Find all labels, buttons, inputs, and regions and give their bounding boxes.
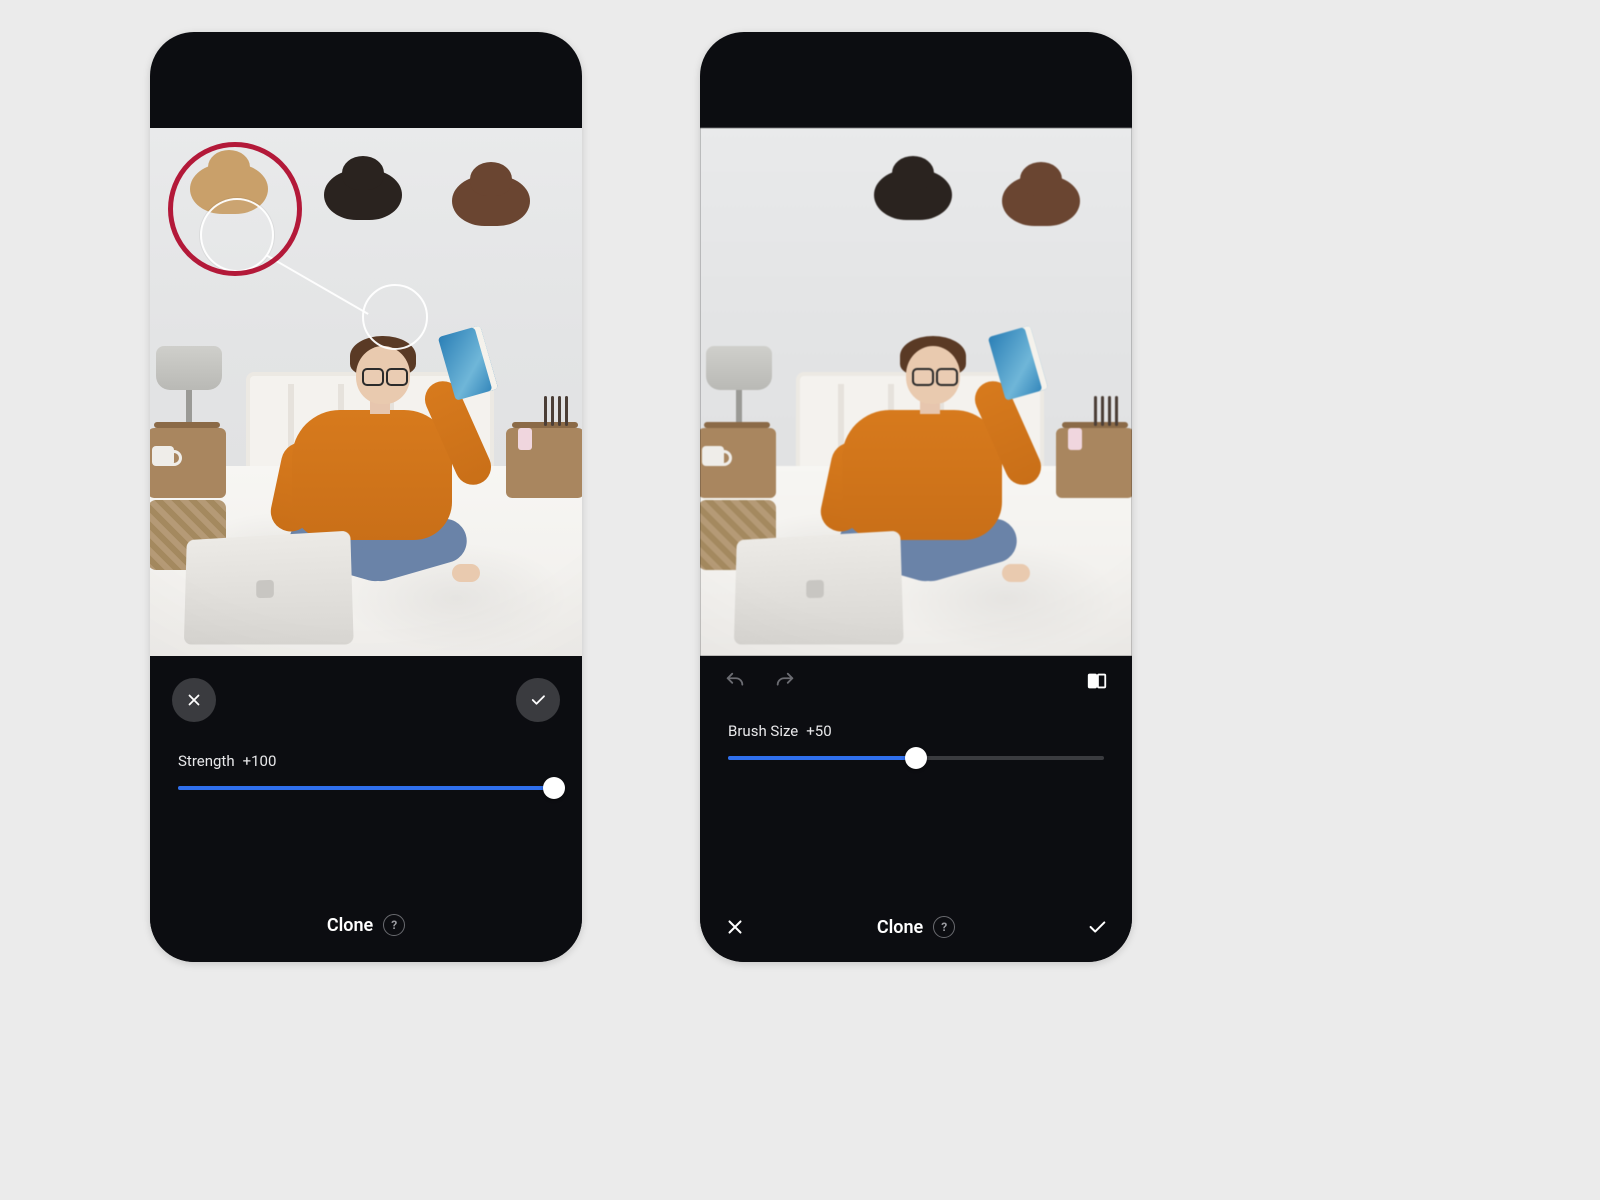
editor-footer: Strength +100 Clone ? bbox=[150, 656, 582, 962]
brushes bbox=[544, 396, 568, 426]
slider-thumb[interactable] bbox=[543, 777, 565, 799]
phone-right: Brush Size +50 Clone ? bbox=[700, 32, 1132, 962]
compare-icon bbox=[1086, 670, 1108, 692]
laptop bbox=[184, 531, 354, 645]
undo-button[interactable] bbox=[724, 670, 746, 692]
footer-actions: Clone ? bbox=[724, 916, 1108, 938]
slider-fill bbox=[728, 756, 916, 760]
toolbar bbox=[724, 670, 1108, 692]
cancel-button[interactable] bbox=[724, 916, 746, 938]
tool-name-row: Clone ? bbox=[150, 914, 582, 936]
mug bbox=[702, 446, 724, 466]
confirm-button[interactable] bbox=[516, 678, 560, 722]
slider-label-row: Strength +100 bbox=[178, 752, 554, 770]
help-button[interactable]: ? bbox=[933, 916, 955, 938]
hat-dark bbox=[874, 170, 952, 220]
perfume bbox=[518, 428, 532, 450]
brush-size-slider[interactable]: Brush Size +50 bbox=[728, 722, 1104, 760]
cancel-button[interactable] bbox=[172, 678, 216, 722]
compare-button[interactable] bbox=[1086, 670, 1108, 692]
redo-icon bbox=[774, 670, 796, 692]
clone-source-circle[interactable] bbox=[200, 198, 274, 272]
hat-brown bbox=[452, 176, 530, 226]
help-icon: ? bbox=[391, 918, 397, 932]
close-icon bbox=[185, 691, 203, 709]
confirm-button[interactable] bbox=[1086, 916, 1108, 938]
photo-canvas[interactable] bbox=[150, 128, 582, 656]
phone-left: Strength +100 Clone ? bbox=[150, 32, 582, 962]
slider-value: +50 bbox=[806, 722, 831, 740]
check-icon bbox=[1086, 916, 1108, 938]
redo-button[interactable] bbox=[774, 670, 796, 692]
strength-slider[interactable]: Strength +100 bbox=[178, 752, 554, 790]
slider-label-row: Brush Size +50 bbox=[728, 722, 1104, 740]
slider-track[interactable] bbox=[728, 756, 1104, 760]
help-button[interactable]: ? bbox=[383, 914, 405, 936]
slider-value: +100 bbox=[243, 752, 277, 770]
slider-track[interactable] bbox=[178, 786, 554, 790]
mug bbox=[152, 446, 174, 466]
slider-fill bbox=[178, 786, 554, 790]
undo-icon bbox=[724, 670, 746, 692]
comparison-stage: Strength +100 Clone ? bbox=[0, 0, 1600, 1200]
slider-thumb[interactable] bbox=[905, 747, 927, 769]
brushes bbox=[1094, 396, 1118, 426]
laptop bbox=[734, 531, 904, 645]
clone-target-circle[interactable] bbox=[362, 284, 428, 350]
hat-brown bbox=[1002, 176, 1080, 226]
help-icon: ? bbox=[941, 920, 947, 934]
slider-label: Strength bbox=[178, 752, 235, 770]
slider-label: Brush Size bbox=[728, 722, 798, 740]
photo-canvas[interactable] bbox=[700, 128, 1132, 656]
tool-name-row: Clone ? bbox=[877, 916, 955, 938]
editor-footer: Brush Size +50 Clone ? bbox=[700, 656, 1132, 962]
perfume bbox=[1068, 428, 1082, 450]
tool-name-label: Clone bbox=[877, 917, 923, 938]
close-icon bbox=[724, 916, 746, 938]
hat-dark bbox=[324, 170, 402, 220]
tool-name-label: Clone bbox=[327, 915, 373, 936]
check-icon bbox=[529, 691, 547, 709]
